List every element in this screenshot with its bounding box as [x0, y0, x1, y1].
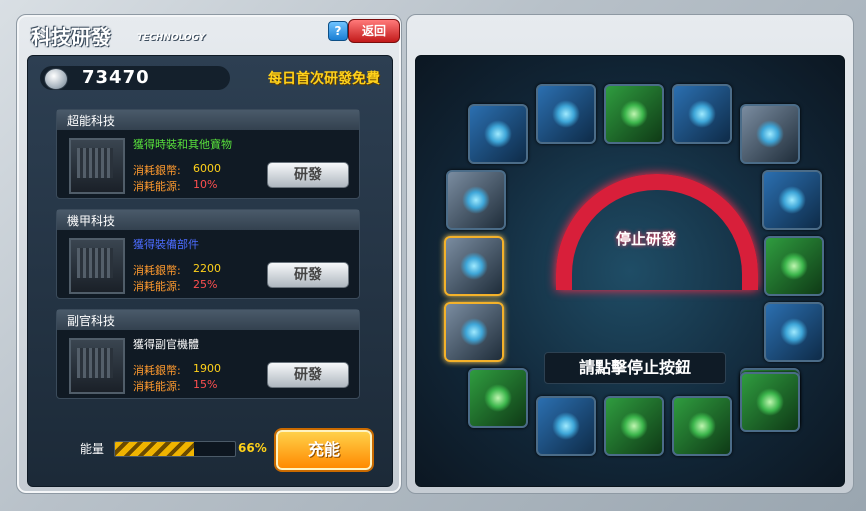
energy-cost-label: 消耗能源: [133, 380, 181, 393]
robot-green-legs-icon [468, 368, 528, 428]
back-button[interactable]: 返回 [348, 19, 400, 43]
tech-name: 機甲科技 [67, 214, 116, 228]
energy-cost-label: 消耗能源: [133, 280, 181, 293]
research-field: 停止研發 請點擊停止按鈕 [415, 55, 845, 487]
energy-percent: 66% [238, 441, 267, 455]
cost-value: 2200 [193, 262, 221, 275]
energy-cost-value: 10% [193, 178, 218, 191]
robot-arm-icon [536, 84, 596, 144]
robot-blue-visor-icon [468, 104, 528, 164]
tech-crate-icon [69, 338, 125, 394]
silver-coin-icon [44, 68, 68, 90]
robot-blue-visor-icon [536, 396, 596, 456]
energy-label: 能量 [80, 442, 105, 456]
robot-blue-visor-icon [672, 84, 732, 144]
tech-card-adjutant: 副官科技 獲得副官機體 消耗銀幣: 1900 消耗能源: 15% 研發 [56, 309, 360, 399]
develop-button[interactable]: 研發 [267, 162, 349, 188]
energy-cost-value: 25% [193, 278, 218, 291]
robot-arm-icon [762, 170, 822, 230]
cost-value: 6000 [193, 162, 221, 175]
tech-desc: 獲得副官機體 [133, 338, 199, 351]
technology-panel: 科技研發 TECHNOLOGY ? 返回 73470 每日首次研發免費 超能科技… [16, 14, 402, 494]
panel-subtitle: TECHNOLOGY [137, 33, 206, 43]
technology-content: 73470 每日首次研發免費 超能科技 獲得時裝和其他寶物 消耗銀幣: 6000… [27, 55, 393, 487]
daily-free-text: 每日首次研發免費 [268, 71, 380, 87]
robot-green-fist-icon [672, 396, 732, 456]
tech-crate-icon [69, 138, 125, 194]
tech-name: 副官科技 [67, 314, 116, 328]
energy-bar-fill [115, 442, 195, 456]
develop-button[interactable]: 研發 [267, 262, 349, 288]
tech-crate-icon [69, 238, 125, 294]
tech-desc: 獲得時裝和其他寶物 [133, 138, 232, 151]
robot-green-legs-icon [604, 396, 664, 456]
hint-text: 請點擊停止按鈕 [544, 352, 726, 384]
energy-cost-label: 消耗能源: [133, 180, 181, 193]
robot-drill-icon [444, 236, 504, 296]
energy-bar [114, 441, 236, 457]
robot-silver-head-icon [446, 170, 506, 230]
robot-blue-visor-icon [764, 302, 824, 362]
tech-card-super: 超能科技 獲得時裝和其他寶物 消耗銀幣: 6000 消耗能源: 10% 研發 [56, 109, 360, 199]
stop-research-button[interactable]: 停止研發 [591, 228, 701, 249]
energy-cost-value: 15% [193, 378, 218, 391]
robot-silver-head-icon [740, 104, 800, 164]
cost-label: 消耗銀幣: [133, 164, 181, 177]
panel-title: 科技研發 [31, 25, 111, 49]
cost-label: 消耗銀幣: [133, 364, 181, 377]
research-wheel-panel: 停止研發 請點擊停止按鈕 [406, 14, 854, 494]
tech-card-mecha: 機甲科技 獲得裝備部件 消耗銀幣: 2200 消耗能源: 25% 研發 [56, 209, 360, 299]
robot-green-fist-icon [740, 372, 800, 432]
charge-button[interactable]: 充能 [276, 430, 372, 470]
help-button[interactable]: ? [328, 21, 348, 41]
develop-button[interactable]: 研發 [267, 362, 349, 388]
tech-name: 超能科技 [67, 114, 116, 128]
robot-green-fist-icon [764, 236, 824, 296]
cost-label: 消耗銀幣: [133, 264, 181, 277]
cost-value: 1900 [193, 362, 221, 375]
silver-amount: 73470 [82, 67, 150, 88]
tech-desc: 獲得裝備部件 [133, 238, 199, 251]
robot-green-fist-icon [604, 84, 664, 144]
silver-display: 73470 [40, 66, 230, 90]
robot-drill-icon [444, 302, 504, 362]
